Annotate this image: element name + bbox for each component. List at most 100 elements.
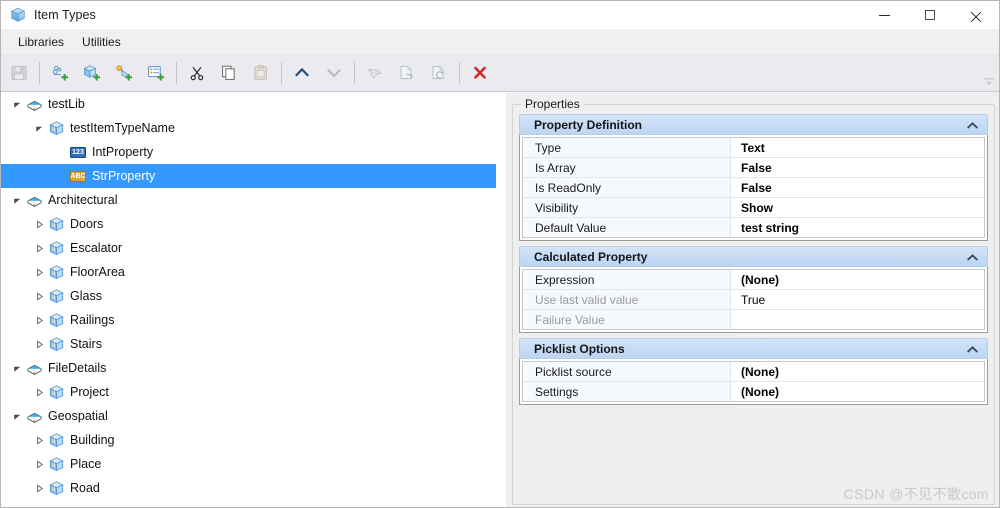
tree-expander-collapsed-icon[interactable] <box>31 332 47 356</box>
property-label: Type <box>523 138 731 157</box>
item-types-tree[interactable]: testLib testItemTypeName 123 IntProperty ABC… <box>1 92 506 507</box>
property-section-property-definition: Property Definition Type Text Is Array False… <box>519 114 988 241</box>
tree-item-railings[interactable]: Railings <box>1 308 506 332</box>
tree-item-label: Stairs <box>70 337 102 351</box>
cut-button[interactable] <box>181 57 213 89</box>
property-row[interactable]: Default Value test string <box>523 218 984 237</box>
tree-item-testlib[interactable]: testLib <box>1 92 506 116</box>
tree-expander-collapsed-icon[interactable] <box>31 212 47 236</box>
property-row[interactable]: Expression (None) <box>523 270 984 290</box>
tree-item-place[interactable]: Place <box>1 452 506 476</box>
property-row[interactable]: Visibility Show <box>523 198 984 218</box>
tree-expander-collapsed-icon[interactable] <box>31 236 47 260</box>
refresh-button[interactable] <box>423 57 455 89</box>
close-button[interactable] <box>953 1 999 29</box>
property-value[interactable]: Text <box>731 138 984 157</box>
tree-item-stairs[interactable]: Stairs <box>1 332 506 356</box>
tree-expander-expanded-icon[interactable] <box>9 356 25 380</box>
close-icon <box>971 10 982 21</box>
property-value[interactable]: (None) <box>731 382 984 401</box>
tree-expander-collapsed-icon[interactable] <box>31 452 47 476</box>
tree-item-label: Road <box>70 481 100 495</box>
property-row[interactable]: Is ReadOnly False <box>523 178 984 198</box>
tree-item-road[interactable]: Road <box>1 476 506 500</box>
property-value[interactable]: False <box>731 178 984 197</box>
menu-item-label: Utilities <box>82 34 121 49</box>
property-value[interactable]: True <box>731 290 984 309</box>
chevron-up-icon[interactable] <box>966 252 978 262</box>
export-icon <box>400 65 414 80</box>
section-header[interactable]: Calculated Property <box>519 246 988 267</box>
property-grid: Expression (None) Use last valid value True… <box>519 267 988 333</box>
cube-icon <box>47 215 65 233</box>
menu-item-utilities[interactable]: Utilities <box>73 32 130 52</box>
tree-expander-collapsed-icon[interactable] <box>31 476 47 500</box>
paste-button[interactable] <box>245 57 277 89</box>
menu-item-libraries[interactable]: Libraries <box>9 32 73 52</box>
tree-expander-expanded-icon[interactable] <box>9 404 25 428</box>
add-item-type-button[interactable] <box>76 57 108 89</box>
property-row[interactable]: Failure Value <box>523 310 984 329</box>
toolbar-separator <box>354 62 355 84</box>
property-label: Visibility <box>523 198 731 217</box>
move-up-button[interactable] <box>286 57 318 89</box>
property-row[interactable]: Settings (None) <box>523 382 984 401</box>
tree-expander-placeholder <box>53 140 69 164</box>
tree-item-project[interactable]: Project <box>1 380 506 404</box>
property-row[interactable]: Type Text <box>523 138 984 158</box>
property-value[interactable]: False <box>731 158 984 177</box>
tree-item-label: Glass <box>70 289 102 303</box>
tree-item-building[interactable]: Building <box>1 428 506 452</box>
property-value[interactable]: test string <box>731 218 984 237</box>
property-row[interactable]: Picklist source (None) <box>523 362 984 382</box>
property-sections: Property Definition Type Text Is Array False… <box>519 114 988 410</box>
save-button[interactable] <box>3 57 35 89</box>
tree-item-architectural[interactable]: Architectural <box>1 188 506 212</box>
property-value[interactable]: (None) <box>731 362 984 381</box>
library-icon <box>25 191 43 209</box>
toolbar-overflow-button[interactable] <box>983 76 995 88</box>
tree-expander-collapsed-icon[interactable] <box>31 284 47 308</box>
tree-item-testitemtypename[interactable]: testItemTypeName <box>1 116 506 140</box>
main-content: testLib testItemTypeName 123 IntProperty ABC… <box>1 92 999 507</box>
tree-item-filedetails[interactable]: FileDetails <box>1 356 506 380</box>
tree-expander-expanded-icon[interactable] <box>9 92 25 116</box>
property-grid-inner: Type Text Is Array False Is ReadOnly False Vis… <box>522 137 985 238</box>
tree-expander-collapsed-icon[interactable] <box>31 380 47 404</box>
property-label: Use last valid value <box>523 290 731 309</box>
property-row[interactable]: Use last valid value True <box>523 290 984 310</box>
tree-item-strproperty[interactable]: ABC StrProperty <box>1 164 496 188</box>
copy-button[interactable] <box>213 57 245 89</box>
chevron-up-icon[interactable] <box>966 120 978 130</box>
section-header[interactable]: Property Definition <box>519 114 988 135</box>
tree-item-geospatial[interactable]: Geospatial <box>1 404 506 428</box>
export-button[interactable] <box>391 57 423 89</box>
tree-item-glass[interactable]: Glass <box>1 284 506 308</box>
maximize-button[interactable] <box>907 1 953 29</box>
delete-button[interactable] <box>464 57 496 89</box>
import-button[interactable] <box>359 57 391 89</box>
section-header[interactable]: Picklist Options <box>519 338 988 359</box>
property-value[interactable]: (None) <box>731 270 984 289</box>
number-type-icon: 123 <box>69 143 87 161</box>
tree-item-escalator[interactable]: Escalator <box>1 236 506 260</box>
tree-item-doors[interactable]: Doors <box>1 212 506 236</box>
chevron-up-icon[interactable] <box>966 344 978 354</box>
property-value[interactable]: Show <box>731 198 984 217</box>
add-library-button[interactable] <box>44 57 76 89</box>
add-property-set-button[interactable] <box>140 57 172 89</box>
tree-item-floorarea[interactable]: FloorArea <box>1 260 506 284</box>
tree-expander-collapsed-icon[interactable] <box>31 260 47 284</box>
move-down-button[interactable] <box>318 57 350 89</box>
tree-expander-collapsed-icon[interactable] <box>31 308 47 332</box>
add-property-button[interactable] <box>108 57 140 89</box>
property-value[interactable] <box>731 310 984 329</box>
tree-expander-collapsed-icon[interactable] <box>31 428 47 452</box>
tree-expander-expanded-icon[interactable] <box>31 116 47 140</box>
toolbar-separator <box>39 62 40 84</box>
tree-item-intproperty[interactable]: 123 IntProperty <box>1 140 506 164</box>
menu-item-label: Libraries <box>18 34 65 49</box>
property-row[interactable]: Is Array False <box>523 158 984 178</box>
minimize-button[interactable] <box>861 1 907 29</box>
tree-expander-expanded-icon[interactable] <box>9 188 25 212</box>
